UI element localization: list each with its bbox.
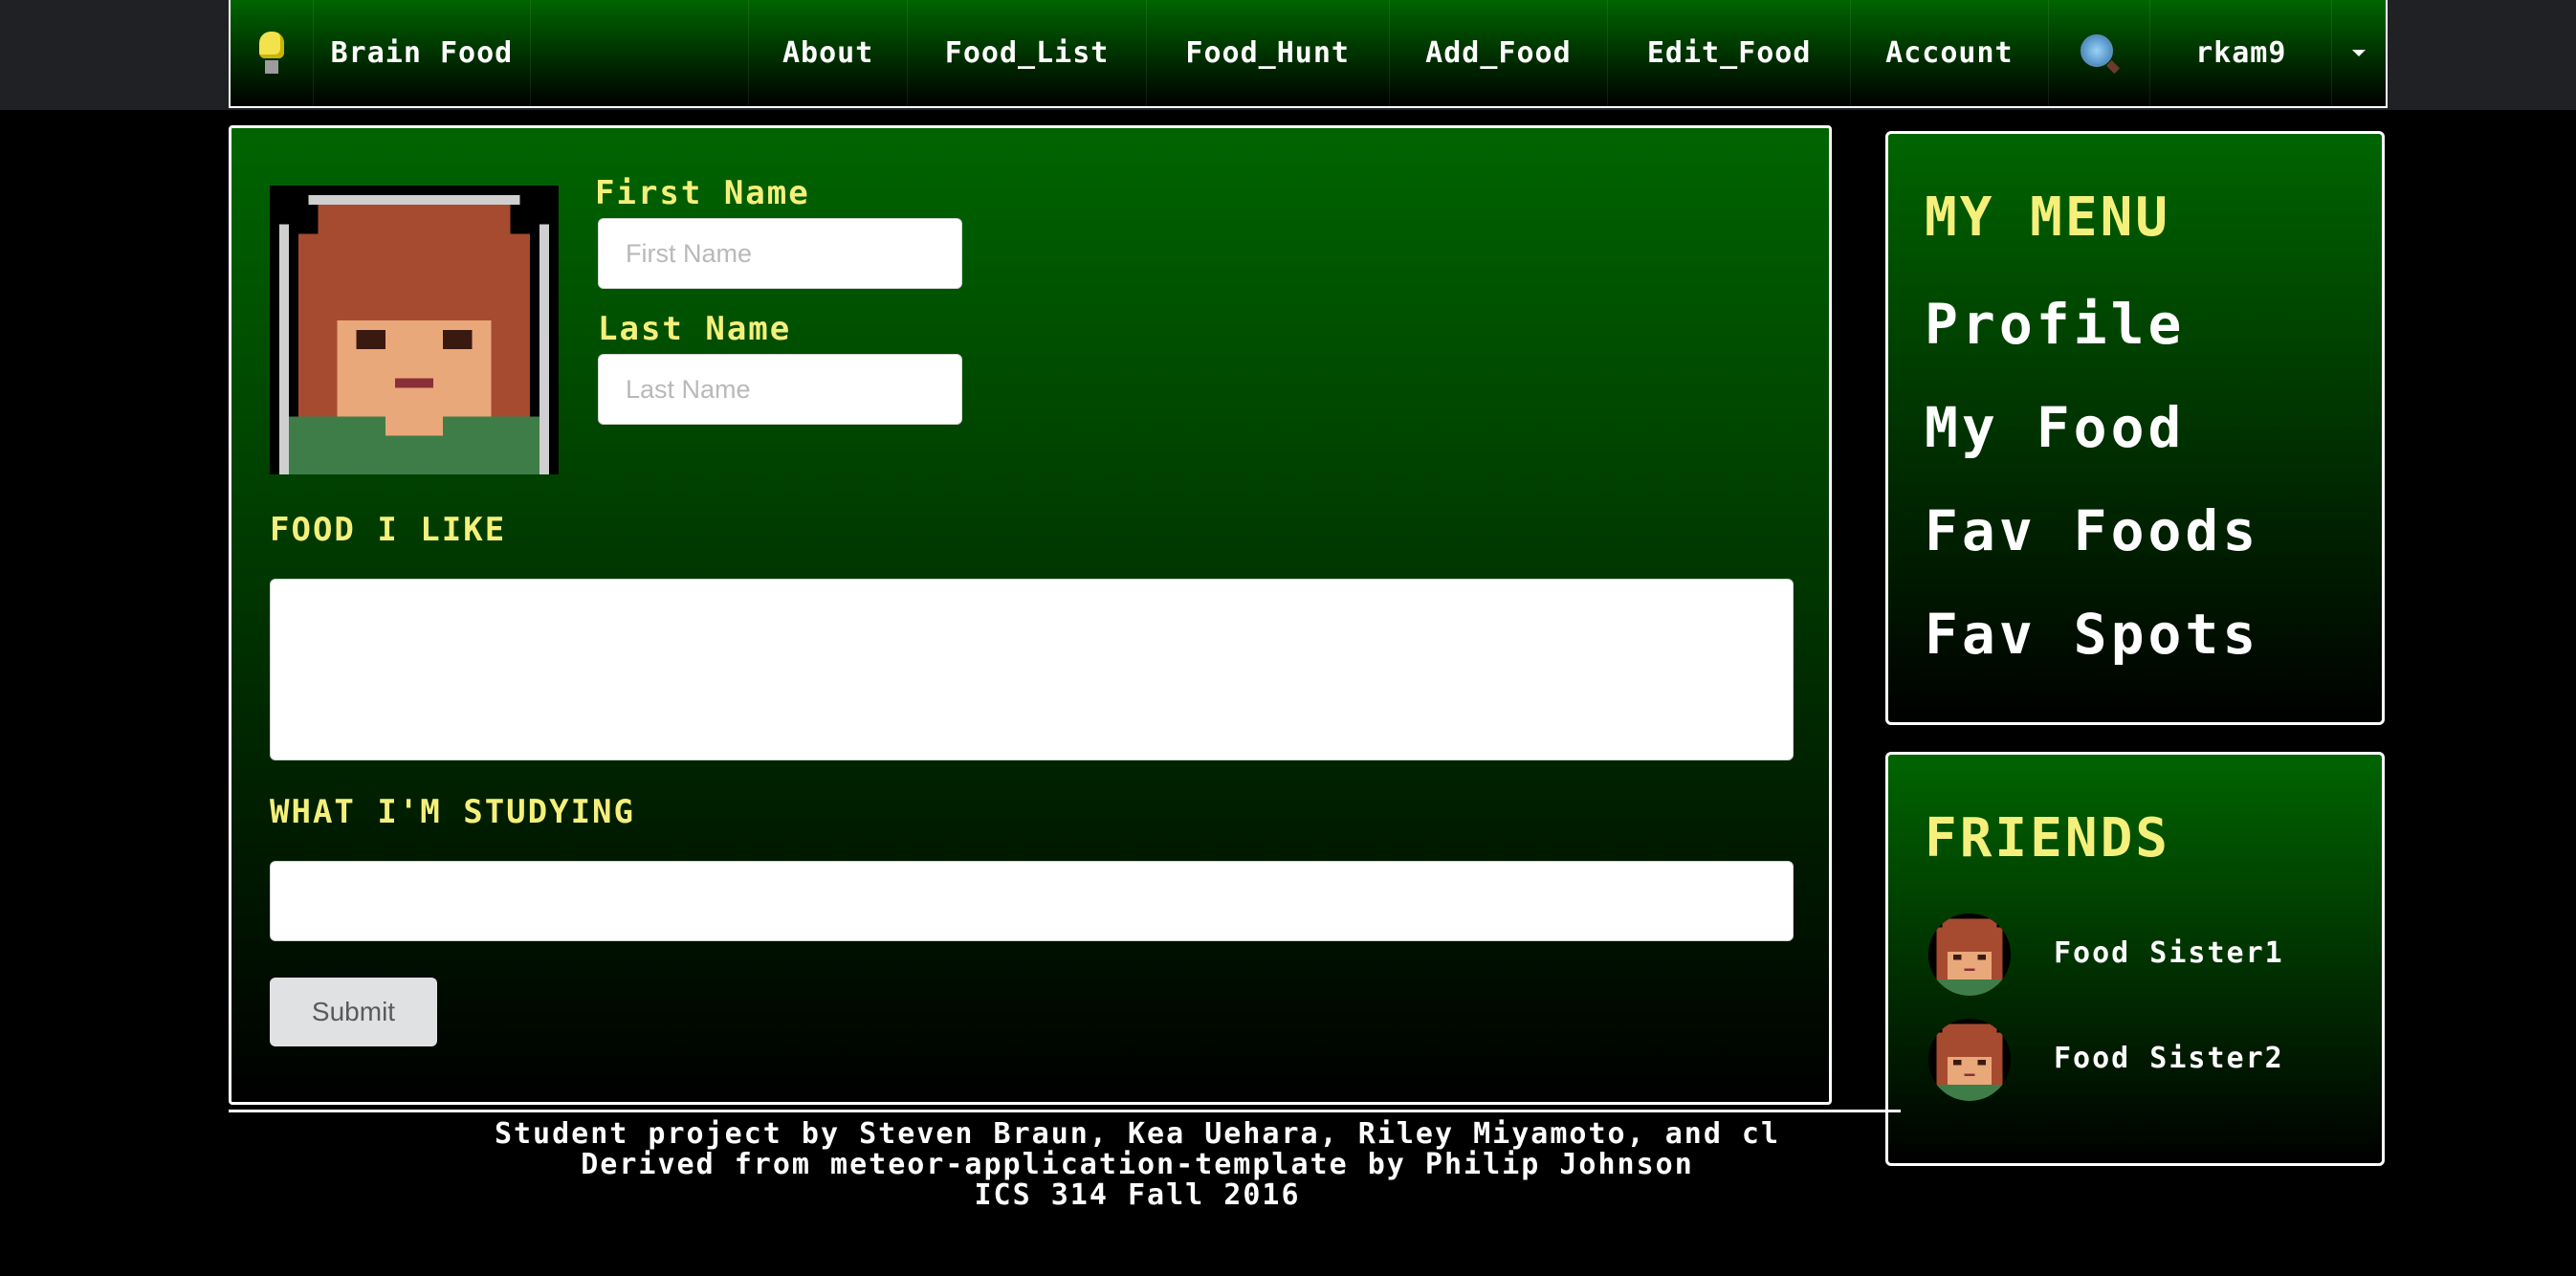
profile-avatar — [270, 186, 559, 474]
profile-form-panel: First Name Last Name FOOD I LIKE WHAT I'… — [229, 125, 1832, 1105]
food-i-like-label: FOOD I LIKE — [270, 511, 507, 549]
navbar: Brain Food About Food_List Food_Hunt Add… — [229, 0, 2388, 108]
footer-course-line: ICS 314 Fall 2016 — [974, 1178, 1301, 1212]
footer-credits-line: Student project by Steven Braun, Kea Ueh… — [494, 1117, 1781, 1151]
nav-edit-food[interactable]: Edit_Food — [1608, 0, 1851, 106]
footer: Student project by Steven Braun, Kea Ueh… — [229, 1119, 2046, 1211]
first-name-input[interactable] — [598, 218, 962, 289]
my-menu-title: MY MENU — [1925, 187, 2171, 249]
menu-item-fav-spots[interactable]: Fav Spots — [1925, 602, 2259, 667]
magnifier-icon — [2079, 33, 2121, 75]
menu-item-fav-foods[interactable]: Fav Foods — [1925, 498, 2259, 563]
submit-button[interactable]: Submit — [270, 978, 437, 1046]
friend-avatar[interactable] — [1928, 1019, 2011, 1101]
studying-textarea[interactable] — [270, 861, 1794, 941]
studying-label: WHAT I'M STUDYING — [270, 793, 635, 831]
friend-avatar[interactable] — [1928, 913, 2011, 996]
nav-account[interactable]: Account — [1851, 0, 2049, 106]
my-menu-panel: MY MENU Profile My Food Fav Foods Fav Sp… — [1885, 131, 2385, 725]
nav-about[interactable]: About — [749, 0, 909, 106]
nav-food-hunt[interactable]: Food_Hunt — [1147, 0, 1390, 106]
nav-food-list[interactable]: Food_List — [908, 0, 1147, 106]
last-name-input[interactable] — [598, 354, 962, 425]
friend-name[interactable]: Food Sister2 — [2054, 1042, 2284, 1075]
caret-down-icon — [2352, 50, 2367, 56]
friend-name[interactable]: Food Sister1 — [2054, 936, 2284, 970]
friends-panel: FRIENDS Food Sister1 Food Sister2 — [1885, 752, 2385, 1166]
footer-derived-line: Derived from meteor-application-template… — [581, 1148, 1694, 1181]
brand-logo-link[interactable] — [231, 0, 314, 106]
footer-divider — [229, 1110, 1901, 1112]
first-name-label: First Name — [595, 174, 810, 212]
last-name-label: Last Name — [598, 310, 792, 348]
nav-add-food[interactable]: Add_Food — [1390, 0, 1609, 106]
nav-search-button[interactable] — [2049, 0, 2151, 106]
friends-title: FRIENDS — [1925, 807, 2171, 869]
menu-item-my-food[interactable]: My Food — [1925, 395, 2185, 460]
user-menu-label[interactable]: rkam9 — [2150, 0, 2333, 106]
lightbulb-icon — [258, 31, 284, 76]
navbar-spacer — [531, 0, 750, 106]
food-i-like-textarea[interactable] — [270, 579, 1794, 760]
user-dropdown-toggle[interactable] — [2332, 0, 2386, 106]
brand-name-link[interactable]: Brain Food — [314, 0, 532, 106]
menu-item-profile[interactable]: Profile — [1925, 292, 2185, 357]
